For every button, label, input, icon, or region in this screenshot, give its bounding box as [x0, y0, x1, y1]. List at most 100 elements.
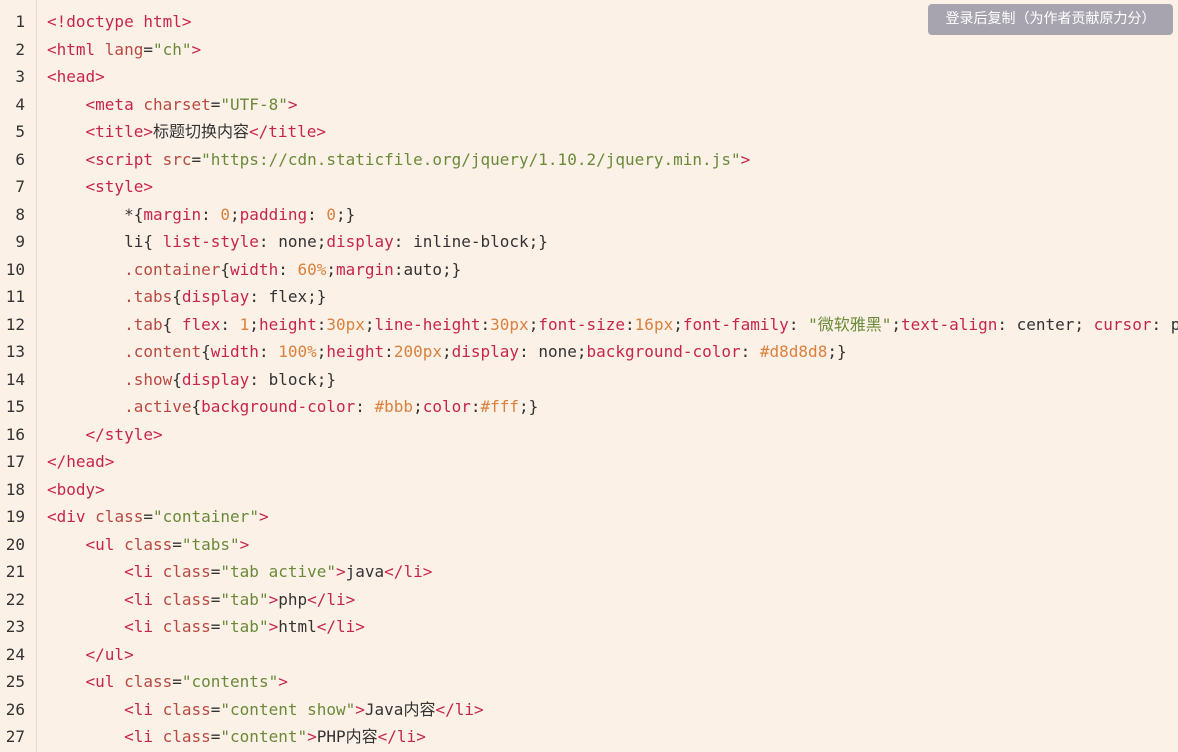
code-line: 18 <body> [0, 476, 1178, 504]
code-line: 27 <li class="content">PHP内容</li> [0, 723, 1178, 751]
code-token: 60% [297, 259, 327, 279]
code-token: > [355, 699, 365, 719]
code-token: :auto;} [393, 259, 462, 279]
code-text: <script src="https://cdn.staticfile.org/… [47, 146, 751, 174]
line-number: 2 [15, 39, 25, 59]
code-token: Java内容 [364, 699, 436, 719]
code-line: 21 <li class="tab active">java</li> [0, 558, 1178, 586]
code-token: </li> [316, 617, 365, 636]
code-token: 0 [220, 204, 231, 224]
code-text: <li class="content show">Java内容</li> [47, 696, 484, 724]
code-token: height [258, 314, 317, 334]
code-line: 20 <ul class="tabs"> [0, 531, 1178, 559]
code-line: 11 .tabs{display: flex;} [0, 283, 1178, 311]
line-number: 10 [5, 259, 25, 279]
code-token: > [239, 534, 250, 554]
code-token: text-align [901, 314, 998, 334]
code-token: 0 [326, 204, 337, 224]
code-token: <li [124, 727, 163, 746]
code-token: = [210, 589, 221, 609]
code-token: .tab [124, 314, 163, 334]
code-token: = [210, 699, 221, 719]
code-token: ; [326, 259, 337, 279]
code-token: class [162, 699, 211, 719]
code-token: li{ [47, 232, 163, 251]
code-token: height [326, 342, 385, 361]
copy-button[interactable]: 登录后复制（为作者贡献原力分） [928, 4, 1173, 35]
code-token: : [470, 397, 481, 416]
code-token: : [258, 342, 279, 361]
code-token: ; [364, 314, 375, 334]
code-token: PHP内容 [316, 727, 378, 746]
code-token: ; [891, 314, 901, 334]
code-line: 9 li{ list-style: none;display: inline-b… [0, 228, 1178, 256]
code-token: : flex;} [249, 287, 327, 306]
code-area[interactable]: 1 <!doctype html> 2 <html lang="ch"> 3 <head>… [0, 8, 1178, 751]
code-token: .active [124, 397, 192, 416]
code-token: background-color [586, 342, 741, 361]
code-token: <title> [85, 122, 153, 141]
code-token: line-height [374, 314, 481, 334]
line-number: 9 [15, 232, 25, 251]
code-token: : [278, 259, 298, 279]
code-token: : [740, 342, 760, 361]
code-token: background-color [201, 397, 356, 416]
code-line: 19 <div class="container"> [0, 503, 1178, 531]
code-token: .content [124, 342, 202, 361]
line-number: 3 [15, 67, 25, 86]
code-token: cursor [1093, 314, 1152, 334]
code-token: { [162, 314, 182, 334]
code-token: class [124, 534, 173, 554]
code-token: ; [413, 397, 423, 416]
code-token: : [788, 314, 809, 334]
code-text: </head> [47, 448, 114, 476]
code-token: "tab active" [220, 562, 336, 581]
code-line: 16 </style> [0, 421, 1178, 449]
code-token: : [307, 204, 327, 224]
code-token: ; [316, 342, 327, 361]
code-token: > [268, 617, 279, 636]
line-number: 19 [5, 507, 25, 526]
code-text: .tab{ flex: 1;height:30px;line-height:30… [47, 311, 1178, 339]
code-token: #bbb [374, 397, 414, 416]
code-token: : none; [519, 342, 587, 361]
line-number: 4 [15, 94, 25, 114]
code-token: charset [143, 94, 211, 114]
code-token: { [191, 397, 202, 416]
line-number: 7 [15, 177, 25, 196]
code-token: 16px [634, 314, 674, 334]
code-text: .container{width: 60%;margin:auto;} [47, 256, 461, 284]
code-token: margin [336, 259, 394, 279]
code-token: "tab" [220, 589, 269, 609]
code-text: <li class="tab">php</li> [47, 586, 355, 614]
code-token: </style> [85, 424, 163, 444]
code-token: : [220, 314, 240, 334]
code-token: 30px [490, 314, 529, 334]
code-token: html [278, 617, 317, 636]
code-line: 22 <li class="tab">php</li> [0, 586, 1178, 614]
line-number: 5 [15, 122, 25, 141]
code-editor[interactable]: 1 <!doctype html> 2 <html lang="ch"> 3 <head>… [0, 0, 1178, 752]
code-token: #d8d8d8 [759, 342, 828, 361]
code-token: 100% [278, 342, 317, 361]
code-line: 5 <title>标题切换内容</title> [0, 118, 1178, 146]
code-token: = [172, 534, 182, 554]
code-token: <div [47, 507, 96, 526]
code-text: <!doctype html> [47, 8, 192, 36]
code-text: .active{background-color: #bbb;color:#ff… [47, 393, 538, 421]
code-token: "contents" [181, 672, 279, 691]
code-line: 17 </head> [0, 448, 1178, 476]
code-token: "ch" [152, 39, 192, 59]
code-text: li{ list-style: none;display: inline-blo… [47, 228, 548, 256]
code-token: { [172, 369, 182, 389]
code-token: { [201, 342, 211, 361]
code-token: width [230, 259, 279, 279]
code-text: <ul class="tabs"> [47, 531, 250, 559]
